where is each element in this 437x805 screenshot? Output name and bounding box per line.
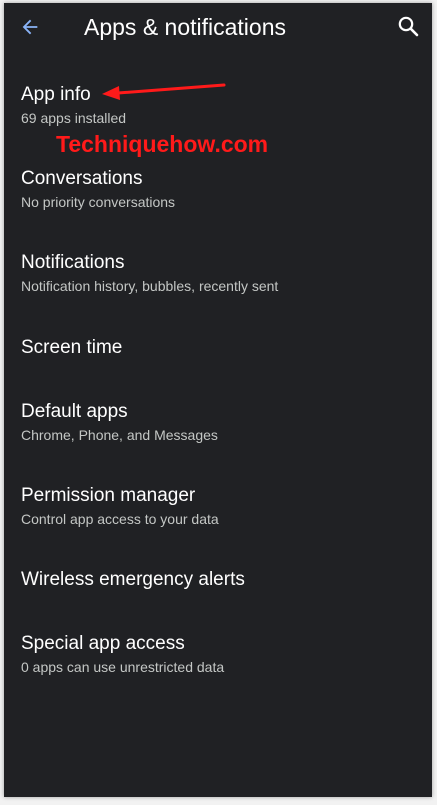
list-item-title: Conversations <box>21 168 143 189</box>
list-item-notifications[interactable]: Notifications Notification history, bubb… <box>4 251 432 295</box>
list-item-permission-manager[interactable]: Permission manager Control app access to… <box>4 484 432 528</box>
list-item-subtitle: 69 apps installed <box>21 110 127 126</box>
list-item-subtitle: 0 apps can use unrestricted data <box>21 659 225 675</box>
list-item-title: Notifications <box>21 252 125 273</box>
arrow-back-icon <box>22 19 38 35</box>
list-item-special-app-access[interactable]: Special app access 0 apps can use unrest… <box>4 632 432 676</box>
annotation-arrow-icon <box>102 83 226 100</box>
list-item-subtitle: Notification history, bubbles, recently … <box>21 278 279 294</box>
list-item-title: Screen time <box>21 337 123 358</box>
list-item-subtitle: No priority conversations <box>21 194 176 210</box>
app-bar: Apps & notifications <box>4 3 432 51</box>
search-button[interactable] <box>392 10 424 42</box>
list-item-title: Special app access <box>21 633 185 654</box>
page-title: Apps & notifications <box>84 14 287 40</box>
phone-screen: Apps & notifications App info 69 apps in… <box>4 3 432 797</box>
search-icon <box>398 16 419 37</box>
list-item-subtitle: Chrome, Phone, and Messages <box>21 427 218 443</box>
list-item-subtitle: Control app access to your data <box>21 511 219 527</box>
list-item-title: Permission manager <box>21 485 196 506</box>
watermark-text: Techniquehow.com <box>56 131 269 157</box>
screenshot-frame: Apps & notifications App info 69 apps in… <box>0 0 437 805</box>
list-item-conversations[interactable]: Conversations No priority conversations <box>4 167 432 211</box>
list-item-wireless-emergency-alerts[interactable]: Wireless emergency alerts <box>4 568 432 592</box>
list-item-title: App info <box>21 84 91 105</box>
list-item-title: Default apps <box>21 401 128 422</box>
list-item-default-apps[interactable]: Default apps Chrome, Phone, and Messages <box>4 400 432 444</box>
list-item-screen-time[interactable]: Screen time <box>4 336 432 360</box>
list-item-title: Wireless emergency alerts <box>21 569 245 590</box>
back-button[interactable] <box>14 11 46 43</box>
